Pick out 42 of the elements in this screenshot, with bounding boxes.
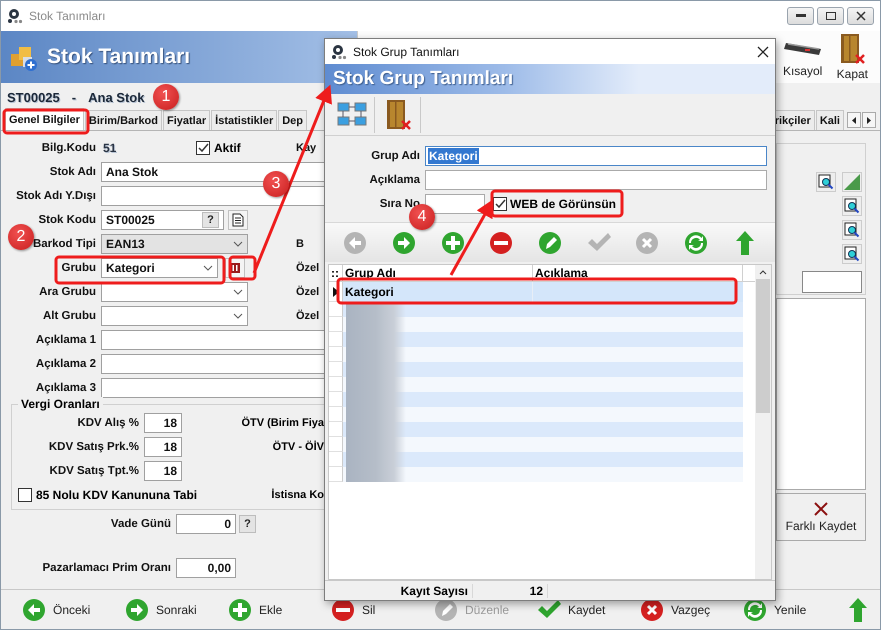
field-label: Stok Kodu	[38, 214, 97, 226]
field-label: ÖTV - ÖİV	[272, 441, 324, 453]
field-label: Açıklama 2	[34, 358, 97, 370]
record-count: 12	[473, 584, 548, 598]
field-label: KDV Satış Prk.%	[48, 441, 140, 453]
field-label: İstisna Ko	[271, 489, 324, 501]
field-label: ÖTV (Birim Fiya	[241, 417, 324, 429]
record-count-label: Kayıt Sayısı	[325, 584, 473, 598]
field-label: B	[296, 238, 305, 250]
dialog-title: Stok Grup Tanımları	[353, 44, 460, 58]
field-label: Grup Adı	[370, 150, 421, 162]
table-cell: Kategori	[343, 282, 533, 302]
field-label: Özel	[296, 262, 320, 274]
field-label: Özel	[296, 310, 320, 322]
field-label: Açıklama 1	[34, 334, 97, 346]
dialog-heading: Stok Grup Tanımları	[333, 68, 514, 90]
checkbox-label: Aktif	[214, 141, 241, 155]
field-label: Açıklama	[368, 174, 421, 186]
stock-code: ST00025	[7, 90, 60, 104]
field-label: Açıklama 3	[34, 382, 97, 394]
field-label: Özel	[296, 286, 320, 298]
field-label: KDV Alış %	[76, 417, 140, 429]
step-badge: 1	[153, 84, 179, 110]
checkbox-label: 85 Nolu KDV Kanununa Tabi	[36, 488, 198, 502]
field-label: Stok Adı	[48, 166, 97, 178]
field-label: Ara Grubu	[38, 286, 97, 298]
step-badge: 2	[8, 224, 34, 250]
field-label: KDV Satış Tpt.%	[48, 465, 140, 477]
field-label: Bilg.Kodu	[40, 142, 97, 154]
stock-name: Ana Stok	[88, 90, 144, 104]
field-label: Grubu	[60, 262, 97, 274]
group-title: Vergi Oranları	[18, 397, 103, 411]
separator: -	[72, 90, 76, 104]
checkbox-label: WEB de Görünsün	[510, 197, 616, 211]
field-label: Stok Adı Y.Dışı	[15, 190, 97, 202]
field-label: Pazarlamacı Prim Oranı	[42, 562, 172, 574]
page-title: Stok Tanımları	[47, 45, 190, 69]
info-code: 51	[102, 141, 118, 155]
window-title: Stok Tanımları	[29, 9, 106, 23]
field-label: Alt Grubu	[42, 310, 97, 322]
field-label: Barkod Tipi	[32, 238, 97, 250]
field-label: Vade Günü	[110, 518, 172, 530]
